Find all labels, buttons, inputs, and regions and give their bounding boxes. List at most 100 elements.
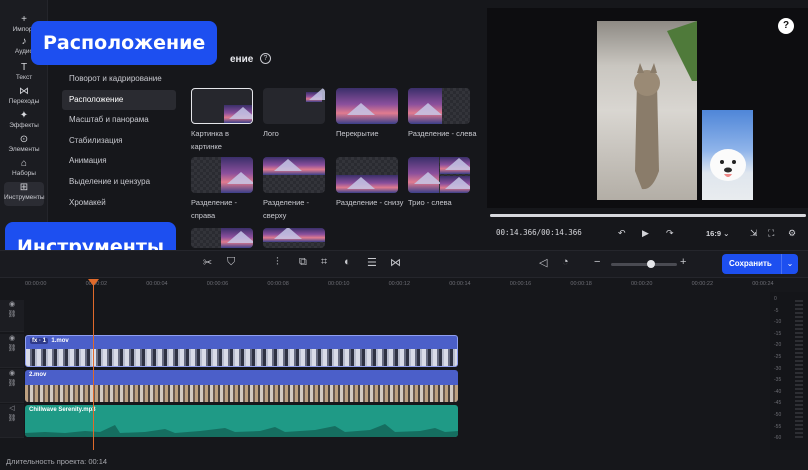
copy-icon[interactable]: ⧉ [299,256,307,269]
meter-scale-label: -5 [774,307,779,314]
bag-icon: ⌂ [20,158,28,169]
clip-thumbnails [26,349,457,366]
rail-item-sets[interactable]: ⌂ Наборы [0,158,48,178]
layout-overlay[interactable] [336,88,398,124]
aspect-ratio-select[interactable]: 16:9 ⌄ [706,229,729,238]
rail-item-tools[interactable]: ⊞ Инструменты [4,182,45,206]
menu-item-blur-censor[interactable]: Выделение и цензура [62,172,176,192]
player-progress-track[interactable] [490,214,806,217]
zoom-slider-handle[interactable] [646,260,655,268]
video-clip-2[interactable]: 2.mov [25,370,458,402]
meter-scale-label: -10 [774,319,782,326]
callout-layout: Расположение [31,21,218,65]
eye-icon[interactable]: ◉ [0,300,24,310]
zoom-out-icon[interactable]: − [594,256,600,268]
waveform-icon[interactable]: ⫶ [276,256,279,269]
ruler-tick-label: 00:00:20 [631,281,653,287]
layout-label: Трио - слева [408,198,452,207]
player-progress-fill [490,214,806,217]
link-icon[interactable]: ⛓ [0,379,24,389]
ruler-tick-label: 00:00:12 [388,281,411,287]
zoom-in-icon[interactable]: + [680,256,686,268]
meter-scale-label: -30 [774,365,782,372]
ruler-tick-label: 00:00:18 [570,281,592,287]
layout-trio-left[interactable] [408,157,470,193]
link-icon[interactable]: ⛓ [0,310,24,320]
meter-scale-label: -45 [774,400,782,407]
audio-waveform [25,424,458,437]
ruler-tick-label: 00:00:00 [25,281,47,287]
crop-icon[interactable]: ⌗ [321,256,327,269]
layout-split-right[interactable] [191,157,253,193]
play-icon[interactable]: ▶ [642,228,649,239]
rail-item-label: Текст [15,74,33,81]
meter-scale-label: -15 [774,330,782,337]
lane-controls: ◉ ⛓ [0,334,24,368]
video-clip-1[interactable]: fx · 1 1.mov [25,335,458,367]
menu-item-animation[interactable]: Анимация [62,151,176,171]
clip-name: 2.mov [29,372,47,378]
zoom-slider[interactable] [611,263,677,266]
volume-icon[interactable]: ◁ [539,256,547,269]
rail-item-label: Наборы [12,170,36,177]
link-icon[interactable]: ⛓ [0,414,24,424]
fit-icon[interactable]: ⇲ [750,228,758,239]
meter-scale-label: -25 [774,354,782,360]
rail-item-label: Элементы [8,146,40,153]
redo-icon[interactable]: ↷ [666,228,674,239]
transition-icon[interactable]: ⋈ [390,256,401,269]
menu-item-chromakey[interactable]: Хромакей [62,193,176,213]
menu-item-layout[interactable]: Расположение [62,90,176,110]
layout-split-left[interactable] [408,88,470,124]
color-icon[interactable]: ◐ [344,256,351,268]
transition-icon: ⋈ [19,86,29,97]
meter-scale-label: -35 [774,377,782,384]
adjust-icon[interactable]: ☰ [367,256,377,269]
chevron-down-icon[interactable]: ⌄ [781,254,798,274]
audio-clip[interactable]: Chillwave Serenity.mp3 [25,405,458,437]
undo-icon[interactable]: ↶ [618,228,626,239]
speaker-icon[interactable]: ◁ [0,404,24,414]
audio-meter-bars [795,300,803,440]
rail-item-transitions[interactable]: ⋈ Переходы [0,86,48,106]
layout-split-top[interactable] [263,157,325,193]
eye-icon[interactable]: ◉ [0,334,24,344]
layout-logo[interactable] [263,88,325,124]
rail-item-text[interactable]: T Текст [0,62,48,82]
gear-icon[interactable]: ⚙ [788,228,796,239]
layout-label: Перекрытие [336,129,379,138]
fullscreen-icon[interactable]: ⛶ [768,228,774,239]
playhead[interactable] [93,280,94,450]
ruler-tick-label: 00:00:16 [509,281,532,287]
ruler-tick-label: 00:00:14 [449,281,471,287]
help-button[interactable]: ? [778,18,794,34]
ruler-tick-label: 00:00:06 [206,281,229,287]
ruler-tick-label: 00:00:10 [328,281,350,287]
layout-thumb-partial[interactable] [191,228,253,248]
link-icon[interactable]: ⛓ [0,344,24,354]
shield-icon[interactable]: ⛉ [227,256,235,269]
sparkle-icon: ✦ [19,110,29,121]
timeline-ruler[interactable] [0,278,770,292]
meter-scale-label: 0 [774,296,777,302]
layout-pip[interactable] [191,88,253,124]
menu-item-stabilization[interactable]: Стабилизация [62,131,176,151]
question-circle-icon[interactable]: ? [260,53,271,64]
layout-split-bottom[interactable] [336,157,398,193]
clip-label: fx · 1 1.mov [30,338,69,344]
scissors-icon[interactable]: ✂ [203,256,212,269]
menu-item-zoom-pan[interactable]: Масштаб и панорама [62,110,176,130]
panel-title: ение [230,54,254,65]
speed-icon[interactable]: ◔ [562,256,569,268]
lane-controls: ◉ ⛓ [0,300,24,332]
fx-badge: fx · 1 [30,338,49,344]
layout-label: Картинка в картинке [191,129,229,151]
clip-name: 1.mov [51,338,69,344]
layout-thumb-partial[interactable] [263,228,325,248]
menu-item-rotate-crop[interactable]: Поворот и кадрирование [62,69,176,89]
rail-item-elements[interactable]: ⊙ Элементы [0,134,48,154]
lane-controls: ◁ ⛓ [0,404,24,438]
rail-item-effects[interactable]: ✦ Эффекты [0,110,48,130]
eye-icon[interactable]: ◉ [0,369,24,379]
tools-icon: ⊞ [19,182,29,193]
